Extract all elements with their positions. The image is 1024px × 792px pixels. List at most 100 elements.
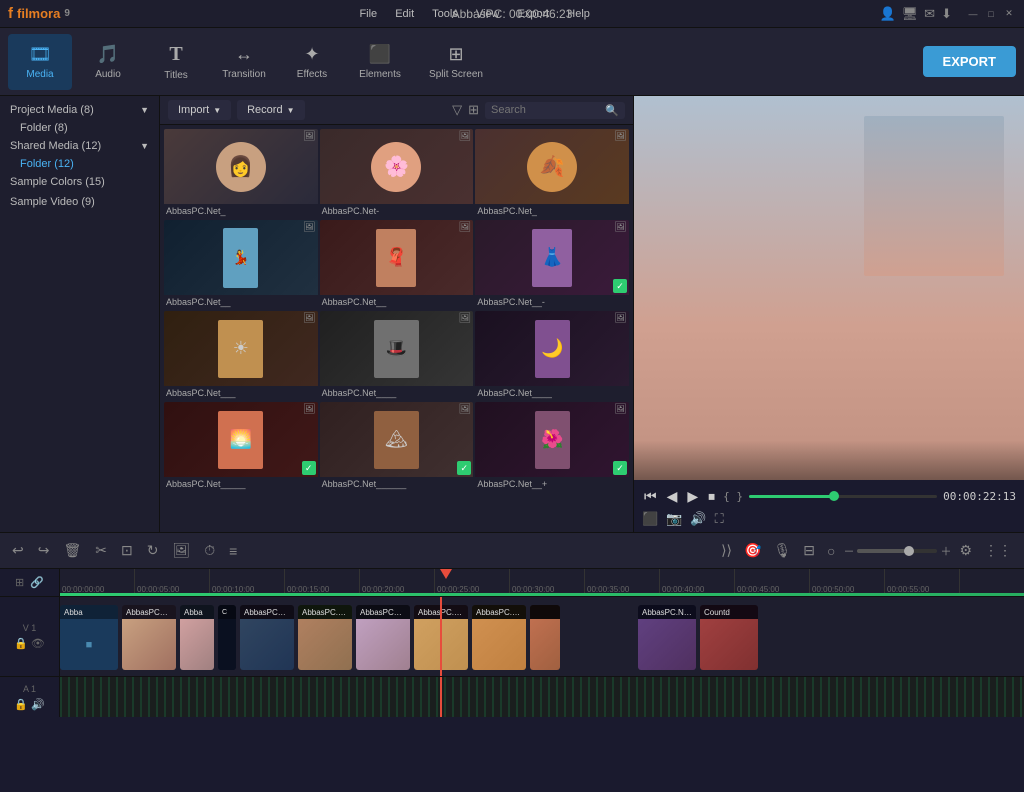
track-content-a1[interactable] xyxy=(60,677,1024,717)
screen-icon[interactable]: 🖥 xyxy=(902,6,919,22)
toolbar-audio[interactable]: 🎵 Audio xyxy=(76,34,140,90)
sidebar-item-sample-colors[interactable]: Sample Colors (15) xyxy=(0,172,159,192)
toolbar-titles-label: Titles xyxy=(164,70,188,81)
search-input[interactable] xyxy=(491,104,601,116)
toolbar-elements[interactable]: ⬛ Elements xyxy=(348,34,412,90)
record-button[interactable]: Record ▼ xyxy=(237,100,304,120)
audio-lock-icon[interactable]: 🔒 xyxy=(14,698,28,711)
undo-button[interactable]: ↩ xyxy=(8,540,28,561)
media-panel: Import ▼ Record ▼ ▽ ⊞ 🔍 👩 xyxy=(160,96,634,532)
timeline-clip[interactable]: Abba xyxy=(180,605,214,670)
play-backward-button[interactable]: ◀ xyxy=(665,486,680,507)
app-logo: f filmora 9 xyxy=(8,5,70,22)
preview-fullscreen-button[interactable]: ⬛ xyxy=(642,511,658,527)
timeline-clip[interactable]: C xyxy=(218,605,236,670)
delete-clip-button[interactable]: 🗑 xyxy=(59,540,85,561)
ruler-time: 00:00:45:00 xyxy=(735,569,810,596)
list-item[interactable]: 🌺 🖼 ✓ AbbasPC.Net__+ xyxy=(475,402,629,491)
close-button[interactable]: ✕ xyxy=(1002,7,1016,21)
snapshot-button[interactable]: 🖼 xyxy=(168,540,194,561)
speed-button[interactable]: ⏱ xyxy=(200,540,219,561)
filter-icon[interactable]: ▽ xyxy=(452,102,462,118)
play-button[interactable]: ▶ xyxy=(685,486,700,507)
minimize-button[interactable]: — xyxy=(966,7,980,21)
sidebar-item-folder-12[interactable]: Folder (12) xyxy=(0,156,159,172)
grid-view-icon[interactable]: ⊞ xyxy=(468,102,479,118)
maximize-button[interactable]: □ xyxy=(984,7,998,21)
export-button[interactable]: EXPORT xyxy=(923,46,1016,77)
mic-button[interactable]: 🎙 xyxy=(769,540,795,561)
media-check-badge: ✓ xyxy=(302,461,316,475)
link-icon[interactable]: 🔗 xyxy=(30,576,44,589)
crop-button[interactable]: ⊡ xyxy=(117,540,137,561)
timeline-clip[interactable]: AbbasPCNet. xyxy=(356,605,410,670)
toolbar-media[interactable]: 🎞 Media xyxy=(8,34,72,90)
settings-button[interactable]: ⚙ xyxy=(955,540,976,561)
sidebar-item-shared-media[interactable]: Shared Media (12) ▼ xyxy=(0,136,159,156)
list-item[interactable]: ☀ 🖼 AbbasPC.Net___ xyxy=(164,311,318,400)
skip-back-button[interactable]: ⏮ xyxy=(642,486,659,507)
pip-button[interactable]: ⊟ xyxy=(799,540,819,561)
audio-mute-icon[interactable]: 🔊 xyxy=(31,698,45,711)
splitscreen-icon: ⊞ xyxy=(448,44,463,65)
sidebar-item-sample-video[interactable]: Sample Video (9) xyxy=(0,192,159,212)
user-icon[interactable]: 👤 xyxy=(879,6,895,22)
download-icon[interactable]: ⬇ xyxy=(941,6,952,22)
menu-file[interactable]: File xyxy=(351,6,385,22)
timeline-clip[interactable]: AbbasPC.Net_ xyxy=(298,605,352,670)
adjust-button[interactable]: ≡ xyxy=(225,541,241,561)
playhead-track-line xyxy=(440,597,442,676)
media-type-icon: 🖼 xyxy=(614,313,627,324)
rotate-button[interactable]: ↻ xyxy=(143,540,163,561)
progress-handle[interactable] xyxy=(829,491,839,501)
list-item[interactable]: 🌅 🖼 ✓ AbbasPC.Net_____ xyxy=(164,402,318,491)
list-item[interactable]: 🎩 🖼 AbbasPC.Net____ xyxy=(320,311,474,400)
timeline-clip[interactable]: AbbasPC.Net. xyxy=(472,605,526,670)
track-content-v1[interactable]: Abba ■ AbbasPCNet... Abba C AbbasPCOn... xyxy=(60,597,1024,676)
media-type-icon: 🖼 xyxy=(614,222,627,233)
timeline-clip[interactable]: AbbasPCOn... xyxy=(240,605,294,670)
media-item-label: AbbasPC.Net__- xyxy=(475,295,629,309)
redo-button[interactable]: ↪ xyxy=(34,540,54,561)
lock-track-icon[interactable]: 🔒 xyxy=(14,637,28,650)
list-item[interactable]: 👗 🖼 ✓ AbbasPC.Net__- xyxy=(475,220,629,309)
toolbar-transition[interactable]: ↔ Transition xyxy=(212,34,276,90)
ruler-time: 00:00:10:00 xyxy=(210,569,285,596)
list-item[interactable]: 🧣 🖼 AbbasPC.Net__ xyxy=(320,220,474,309)
toolbar-titles[interactable]: T Titles xyxy=(144,34,208,90)
list-item[interactable]: 🏔 🖼 ✓ AbbasPC.Net______ xyxy=(320,402,474,491)
timeline-clip[interactable]: Countd xyxy=(700,605,758,670)
ripple-button[interactable]: ⟩⟩ xyxy=(717,540,736,561)
list-item[interactable]: 🍂 🖼 AbbasPC.Net_ xyxy=(475,129,629,218)
toolbar-splitscreen[interactable]: ⊞ Split Screen xyxy=(416,34,496,90)
list-item[interactable]: 👩 🖼 AbbasPC.Net_ xyxy=(164,129,318,218)
motion-button[interactable]: ○ xyxy=(823,541,839,561)
add-track-icon[interactable]: ⊞ xyxy=(15,576,24,589)
magnet-button[interactable]: 🎯 xyxy=(740,540,765,561)
more-button[interactable]: ⋮⋮ xyxy=(980,540,1016,561)
timeline-clip[interactable]: AbbasPC.Net... xyxy=(638,605,696,670)
sidebar-item-folder-8[interactable]: Folder (8) xyxy=(0,120,159,136)
progress-track[interactable] xyxy=(749,495,937,498)
cut-button[interactable]: ✂ xyxy=(91,540,111,561)
zoom-slider[interactable] xyxy=(857,549,937,553)
list-item[interactable]: 🌙 🖼 AbbasPC.Net____ xyxy=(475,311,629,400)
bracket-left-icon: { } xyxy=(723,490,743,503)
timeline-clip[interactable]: Abba ■ xyxy=(60,605,118,670)
preview-volume-button[interactable]: 🔊 xyxy=(690,511,706,527)
mail-icon[interactable]: ✉ xyxy=(924,6,935,22)
sidebar-item-project-media[interactable]: Project Media (8) ▼ xyxy=(0,100,159,120)
timeline-clip[interactable]: AbbasPCNet... xyxy=(122,605,176,670)
toolbar-effects[interactable]: ✦ Effects xyxy=(280,34,344,90)
preview-snapshot-button[interactable]: 📷 xyxy=(666,511,682,527)
menu-edit[interactable]: Edit xyxy=(387,6,422,22)
list-item[interactable]: 🌸 🖼 AbbasPC.Net- xyxy=(320,129,474,218)
preview-zoom-button[interactable]: ⛶ xyxy=(715,511,724,527)
list-item[interactable]: 💃 🖼 AbbasPC.Net__ xyxy=(164,220,318,309)
timeline-clip[interactable] xyxy=(530,605,560,670)
zoom-in-icon[interactable]: ＋ xyxy=(940,543,951,559)
stop-button[interactable]: ⏹ xyxy=(706,486,717,507)
eye-icon[interactable]: 👁 xyxy=(31,637,45,650)
import-button[interactable]: Import ▼ xyxy=(168,100,231,120)
zoom-out-icon[interactable]: － xyxy=(843,543,854,559)
